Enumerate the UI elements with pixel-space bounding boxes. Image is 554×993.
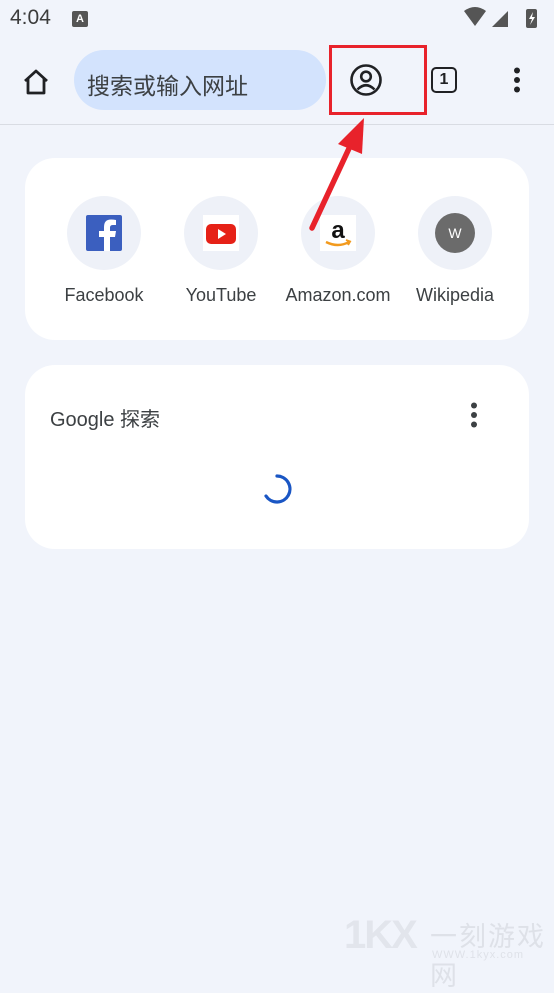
browser-toolbar: 搜索或输入网址 1: [0, 38, 554, 125]
more-vert-icon: [471, 402, 477, 428]
facebook-icon: [86, 215, 122, 251]
omnibox-search-input[interactable]: 搜索或输入网址: [74, 50, 326, 110]
shortcuts-card: Facebook YouTube a Amazon.com W Wikipedi…: [25, 158, 529, 340]
status-icons: [464, 7, 537, 28]
discover-title: Google 探索: [50, 409, 161, 431]
shortcut-youtube[interactable]: YouTube: [165, 196, 277, 306]
menu-button[interactable]: [500, 60, 534, 100]
shortcut-facebook[interactable]: Facebook: [48, 196, 160, 306]
google-discover-card: Google 探索: [25, 365, 529, 549]
home-icon: [24, 69, 48, 95]
notification-icon: A: [72, 11, 88, 27]
shortcut-icon-circle: W: [418, 196, 492, 270]
signal-icon: [492, 11, 508, 27]
shortcut-label: YouTube: [185, 285, 257, 305]
tab-switcher-button[interactable]: 1: [426, 60, 462, 100]
shortcut-wikipedia[interactable]: W Wikipedia: [399, 196, 511, 306]
youtube-icon: [203, 215, 239, 251]
annotation-arrow-icon: [309, 118, 364, 231]
shortcut-label: Amazon.com: [285, 285, 391, 305]
shortcut-icon-circle: [184, 196, 258, 270]
svg-text:W: W: [448, 225, 462, 241]
wikipedia-icon: W: [435, 213, 475, 253]
shortcut-label: Wikipedia: [415, 285, 495, 305]
highlight-annotation-box: [329, 45, 427, 115]
shortcut-label: Facebook: [64, 285, 144, 305]
home-button[interactable]: [16, 62, 56, 102]
wifi-icon: [464, 7, 486, 26]
omnibox-placeholder: 搜索或输入网址: [87, 73, 248, 99]
watermark-logo: 1KX 一刻游戏网 WWW.1kyx.com: [344, 913, 546, 991]
status-bar: 4:04 A: [0, 0, 554, 38]
status-time: 4:04: [10, 6, 51, 29]
more-vert-icon: [514, 67, 520, 93]
loading-spinner-icon: [264, 474, 292, 504]
shortcut-icon-circle: [67, 196, 141, 270]
tab-count: 1: [431, 67, 457, 93]
discover-more-button[interactable]: [459, 399, 489, 431]
